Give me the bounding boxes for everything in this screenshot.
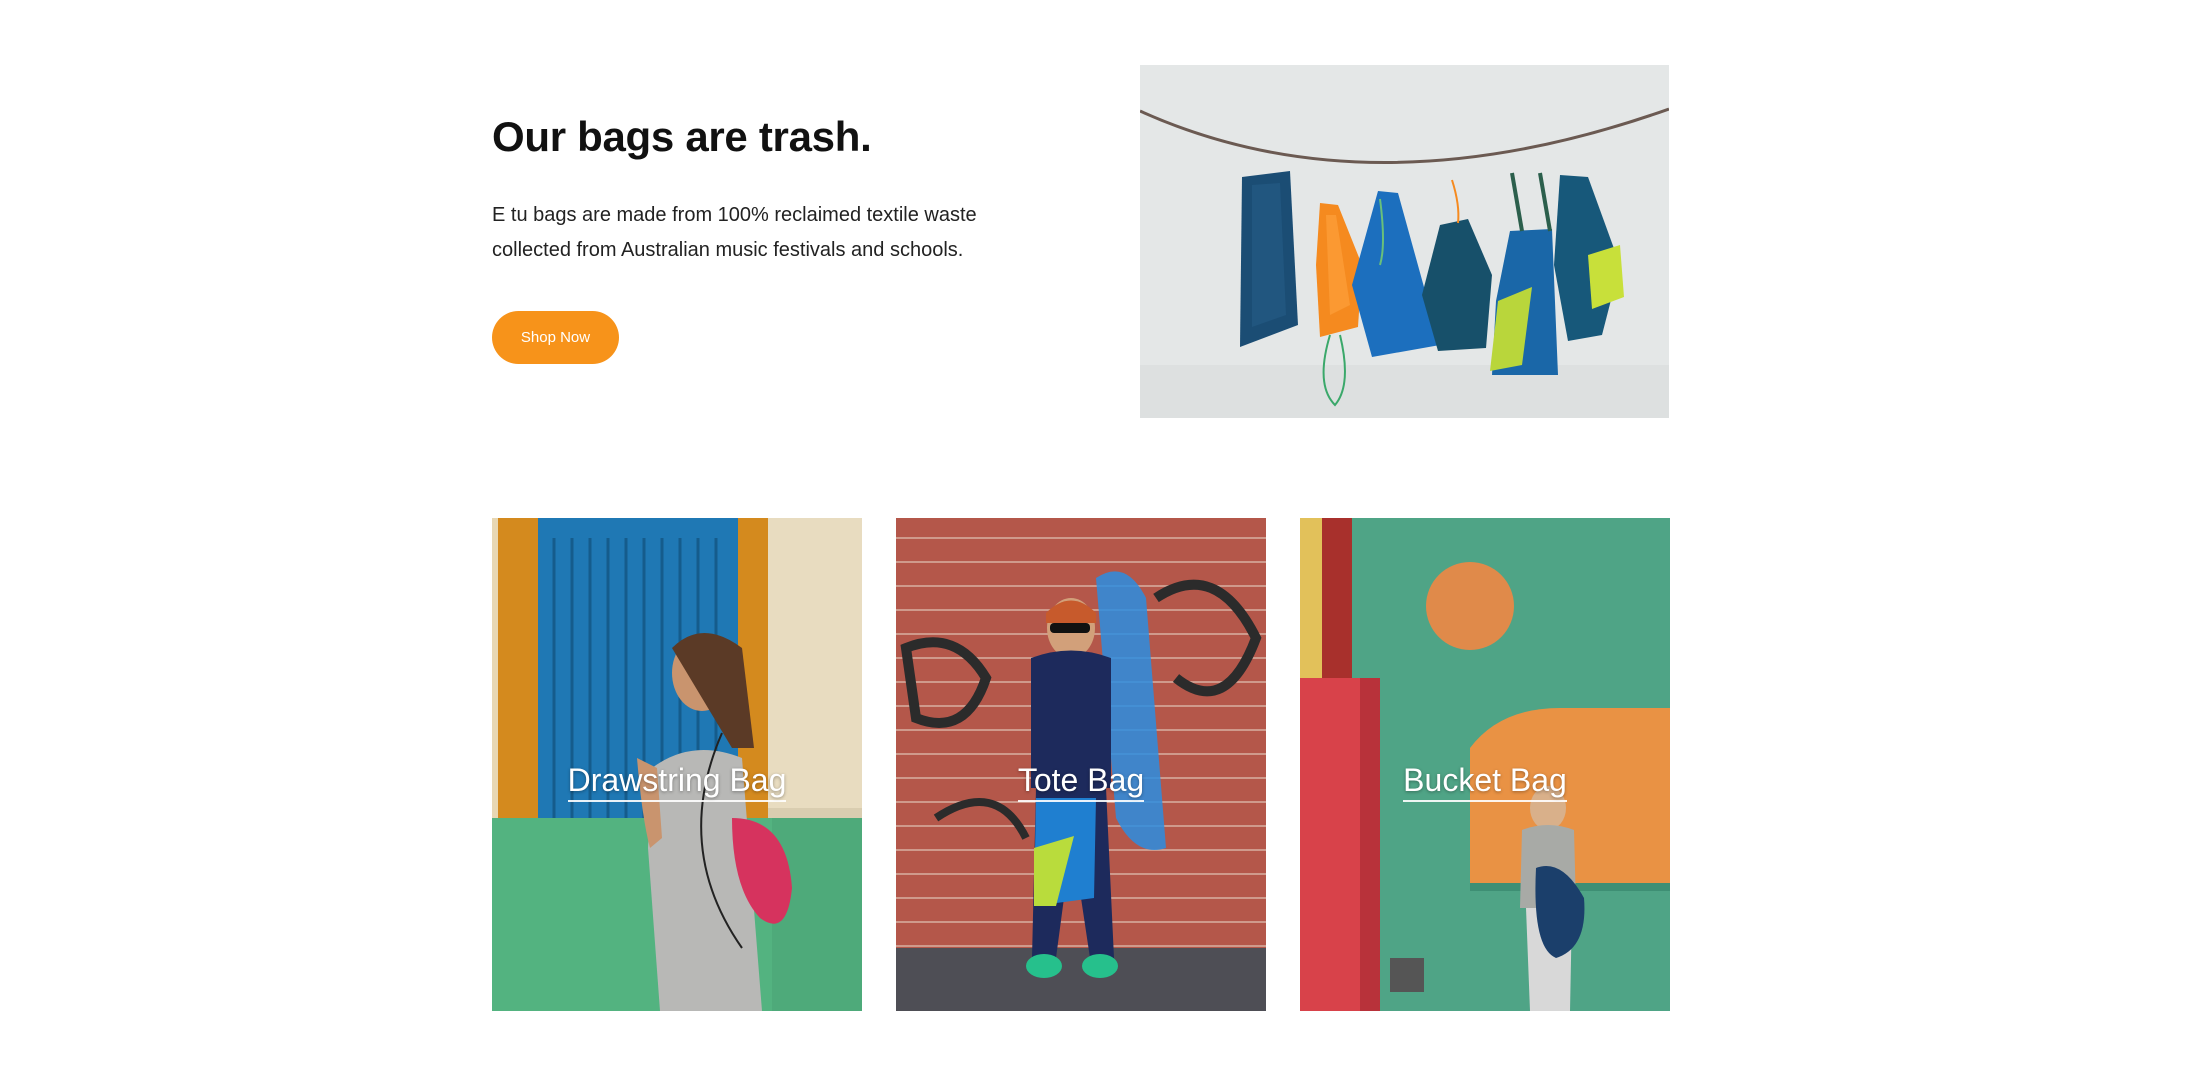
hanging-bags-image [1140,65,1669,418]
hero-section: Our bags are trash. E tu bags are made f… [492,112,1052,268]
category-card-bucket-bag[interactable]: Bucket Bag [1300,518,1670,1011]
category-card-tote-bag[interactable]: Tote Bag [896,518,1266,1011]
shop-now-button[interactable]: Shop Now [492,311,619,364]
category-label[interactable]: Drawstring Bag [492,762,862,802]
hero-description-line2: collected from Australian music festival… [492,239,964,262]
hanging-bags-illustration [1140,65,1669,418]
hero-title: Our bags are trash. [492,113,872,160]
category-label[interactable]: Bucket Bag [1300,762,1670,802]
category-label[interactable]: Tote Bag [896,762,1266,802]
hero-description: E tu bags are made from 100% reclaimed t… [492,198,1032,268]
hero-description-line1: E tu bags are made from 100% reclaimed t… [492,204,977,227]
category-card-drawstring-bag[interactable]: Drawstring Bag [492,518,862,1011]
